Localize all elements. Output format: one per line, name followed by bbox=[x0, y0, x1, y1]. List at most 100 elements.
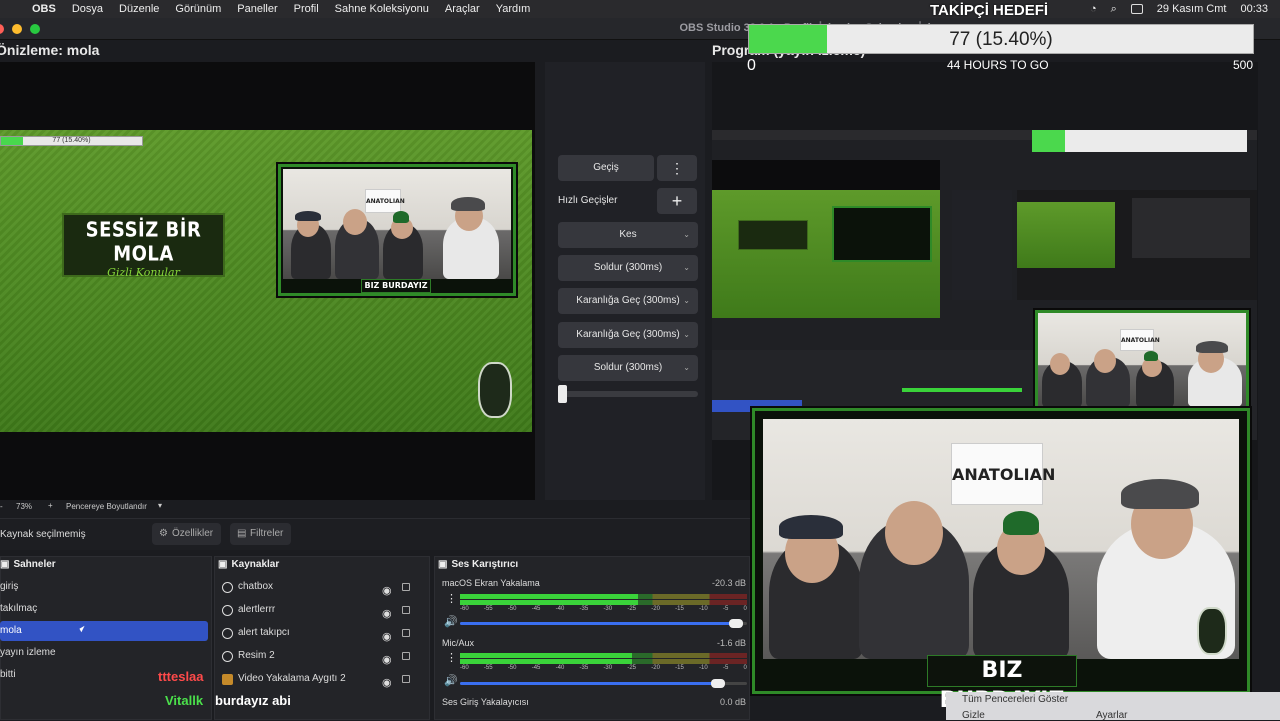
chevron-down-icon: ⌄ bbox=[683, 363, 690, 372]
lock-icon[interactable] bbox=[402, 652, 410, 660]
menu-paneller[interactable]: Paneller bbox=[237, 3, 277, 15]
scale-tick: -5 bbox=[722, 606, 729, 612]
audio-meter bbox=[460, 600, 747, 605]
scale-tick: -30 bbox=[603, 665, 613, 671]
wifi-icon[interactable]: ◔ bbox=[1090, 3, 1097, 15]
source-alertlerrr[interactable]: alertlerrr ◉ bbox=[220, 600, 425, 620]
chevron-down-icon: ⌄ bbox=[683, 230, 690, 239]
chat-message: burdayız abi bbox=[215, 693, 291, 708]
sources-title: ▣ Kaynaklar bbox=[218, 559, 280, 570]
mixer-channel-name: Mic/Aux bbox=[442, 638, 475, 648]
meter-scale: -60 -55 -50 -45 -40 -35 -30 -25 -20 -15 -10 -5 0 bbox=[460, 606, 747, 612]
quick-transition-black-1[interactable]: Karanlığa Geç (300ms) ⌄ bbox=[558, 288, 698, 314]
scale-tick: -40 bbox=[555, 606, 565, 612]
scale-tick: -60 bbox=[460, 665, 469, 671]
source-video-capture[interactable]: Video Yakalama Aygıtı 2 ◉ bbox=[220, 669, 425, 689]
meter-scale: -60 -55 -50 -45 -40 -35 -30 -25 -20 -15 -10 -5 0 bbox=[460, 665, 747, 671]
channel-menu-icon[interactable]: ⋮ bbox=[446, 651, 457, 664]
menu-yardim[interactable]: Yardım bbox=[496, 3, 531, 15]
chevron-down-icon: ⌄ bbox=[683, 296, 690, 305]
menu-profil[interactable]: Profil bbox=[294, 3, 319, 15]
menubar-time: 00:33 bbox=[1240, 3, 1268, 15]
follower-goal-value: 77 (15.40%) bbox=[949, 29, 1053, 50]
search-icon[interactable]: ⌕ bbox=[1111, 3, 1117, 16]
menu-sahne-koleksiyonu[interactable]: Sahne Koleksiyonu bbox=[335, 3, 429, 15]
menu-duzenle[interactable]: Düzenle bbox=[119, 3, 159, 15]
quick-transition-cut[interactable]: Kes ⌄ bbox=[558, 222, 698, 248]
source-alert-takipci[interactable]: alert takıpcı ◉ bbox=[220, 623, 425, 643]
quick-transition-fade-2[interactable]: Soldur (300ms) ⌄ bbox=[558, 355, 698, 381]
add-quick-transition-button[interactable]: + bbox=[657, 188, 697, 214]
gear-icon: ⚙ bbox=[159, 528, 168, 539]
source-chatbox[interactable]: chatbox ◉ bbox=[220, 577, 425, 597]
filter-icon: ▤ bbox=[237, 528, 247, 539]
scene-item[interactable]: giriş bbox=[0, 577, 208, 597]
mixer-channel-db: 0.0 dB bbox=[719, 697, 746, 707]
mixer-channel-name: macOS Ekran Yakalama bbox=[442, 578, 540, 588]
chat-username: Vitallk bbox=[165, 693, 204, 708]
mixer-channel-db: -20.3 dB bbox=[711, 578, 746, 588]
scale-tick: -60 bbox=[460, 606, 469, 612]
eye-icon[interactable]: ◉ bbox=[382, 673, 392, 693]
zoom-minus[interactable]: - bbox=[0, 502, 3, 511]
speaker-icon[interactable]: 🔊 bbox=[444, 674, 458, 687]
menu-item-settings[interactable]: Ayarlar bbox=[1096, 710, 1128, 721]
tbar-track[interactable] bbox=[558, 391, 698, 397]
scale-tick: -40 bbox=[555, 665, 565, 671]
menu-gorunum[interactable]: Görünüm bbox=[175, 3, 221, 15]
filters-button[interactable]: ▤ Filtreler bbox=[230, 523, 292, 545]
scale-tick: -30 bbox=[603, 606, 613, 612]
menubar-date: 29 Kasım Cmt bbox=[1156, 3, 1227, 15]
source-resim-2[interactable]: Resim 2 ◉ bbox=[220, 646, 425, 666]
scale-tick: -35 bbox=[579, 606, 589, 612]
menubar-status: ◔ ⌕ 29 Kasım Cmt 00:33 bbox=[1090, 0, 1268, 18]
follower-goal-min: 0 bbox=[747, 57, 756, 74]
scene-item[interactable]: takılmaç bbox=[0, 599, 208, 619]
fit-window-label[interactable]: Pencereye Boyutlandır bbox=[66, 502, 147, 511]
menu-item-hide[interactable]: Gizle bbox=[962, 710, 985, 721]
volume-slider[interactable] bbox=[460, 619, 747, 628]
eye-icon[interactable]: ◉ bbox=[382, 650, 392, 670]
transition-button[interactable]: Geçiş bbox=[558, 155, 654, 181]
eye-icon[interactable]: ◉ bbox=[382, 581, 392, 601]
mixer-channel-name: Ses Giriş Yakalayıcısı bbox=[442, 697, 529, 707]
chevron-down-icon: ⌄ bbox=[683, 330, 690, 339]
properties-button[interactable]: ⚙ Özellikler bbox=[152, 523, 222, 545]
quick-transition-fade-1[interactable]: Soldur (300ms) ⌄ bbox=[558, 255, 698, 281]
menu-item-show-all[interactable]: Tüm Pencereleri Göster bbox=[962, 694, 1068, 705]
menu-obs[interactable]: OBS bbox=[32, 3, 56, 15]
zoom-level: 73% bbox=[16, 502, 33, 511]
menu-araclar[interactable]: Araçlar bbox=[445, 3, 480, 15]
browser-source-icon bbox=[222, 628, 233, 639]
scale-tick: -35 bbox=[579, 665, 589, 671]
scenes-title: ▣ Sahneler bbox=[0, 559, 56, 570]
lock-icon[interactable] bbox=[402, 629, 410, 637]
preview-label: Önizleme: mola bbox=[0, 42, 100, 58]
quick-transition-black-2[interactable]: Karanlığa Geç (300ms) ⌄ bbox=[558, 322, 698, 348]
eye-icon[interactable]: ◉ bbox=[382, 604, 392, 624]
chat-username: ttteslaa bbox=[158, 669, 204, 684]
tbar-handle[interactable] bbox=[558, 385, 567, 403]
scene-item-selected[interactable]: mola bbox=[0, 621, 208, 641]
lock-icon[interactable] bbox=[402, 583, 410, 591]
speaker-icon[interactable]: 🔊 bbox=[444, 615, 458, 628]
volume-slider[interactable] bbox=[460, 679, 747, 688]
lock-icon[interactable] bbox=[402, 675, 410, 683]
scale-tick: -50 bbox=[507, 665, 517, 671]
scale-tick: -20 bbox=[651, 606, 660, 612]
transitions-dock bbox=[545, 62, 705, 500]
mixer-channel-db: -1.6 dB bbox=[716, 638, 746, 648]
menu-dosya[interactable]: Dosya bbox=[72, 3, 103, 15]
channel-menu-icon[interactable]: ⋮ bbox=[446, 592, 457, 605]
control-center-icon[interactable] bbox=[1130, 4, 1143, 14]
transition-more-icon[interactable]: ⋮ bbox=[657, 155, 697, 181]
chevron-down-icon[interactable]: ▾ bbox=[158, 501, 162, 510]
scale-tick: -10 bbox=[699, 665, 708, 671]
scene-item[interactable]: yayın izleme bbox=[0, 643, 208, 663]
scale-tick: -15 bbox=[675, 665, 684, 671]
dock-icon: ▣ bbox=[0, 559, 10, 570]
zoom-plus-button[interactable]: + bbox=[48, 501, 53, 510]
eye-icon[interactable]: ◉ bbox=[382, 627, 392, 647]
video-capture-icon bbox=[222, 674, 233, 685]
lock-icon[interactable] bbox=[402, 606, 410, 614]
